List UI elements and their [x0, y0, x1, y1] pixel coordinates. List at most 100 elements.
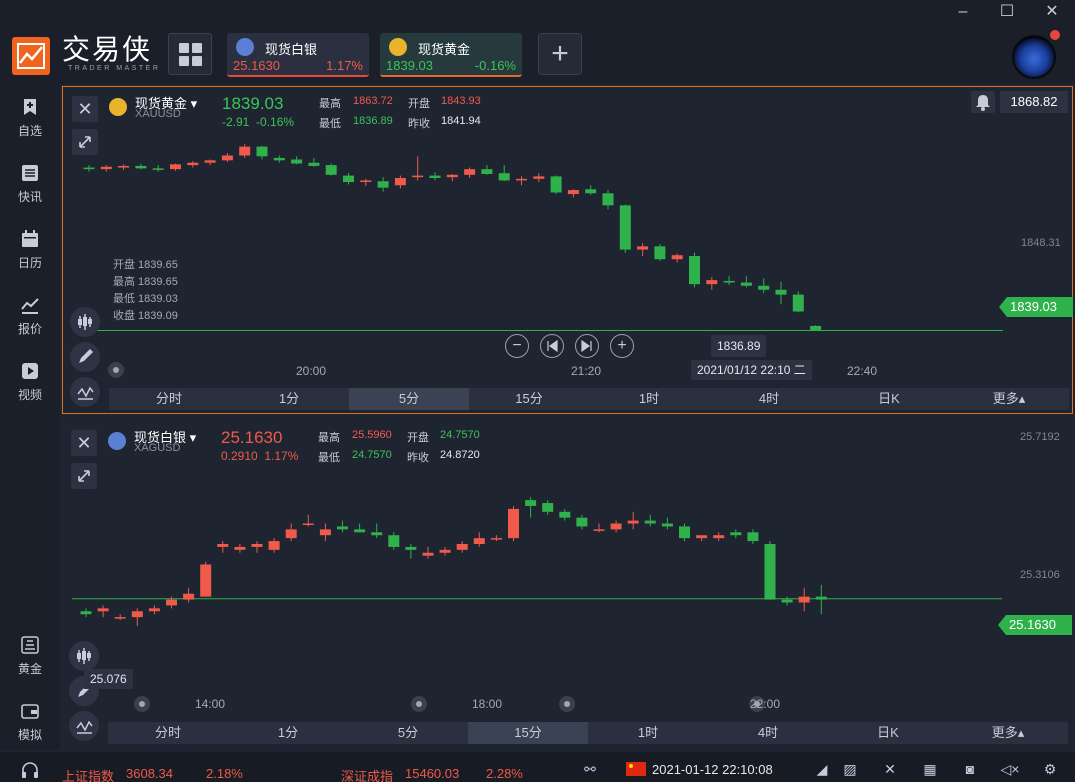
link-icon[interactable]: ⚯ [580, 761, 600, 779]
headset-icon[interactable] [20, 761, 40, 779]
prev-close-label: 昨收 [407, 452, 429, 464]
candle-body [602, 193, 614, 206]
silver-icon [108, 432, 126, 450]
next-button[interactable] [575, 334, 599, 358]
candle-body [360, 180, 372, 183]
tf-more[interactable]: 更多▴ [948, 722, 1068, 744]
silver-candlestick-chart[interactable] [62, 421, 1073, 721]
draw-tool-button[interactable] [70, 342, 100, 372]
top-bar: 交易侠 TRADER MASTER 现货白银 25.1630 1.17% 现货黄… [0, 0, 1075, 84]
gold-candlestick-chart[interactable] [63, 87, 1074, 387]
close-chart-button[interactable]: ✕ [71, 430, 97, 456]
candle-body [781, 599, 793, 603]
tab-name: 现货黄金 [418, 42, 471, 57]
sidebar-item-news[interactable]: 快讯 [0, 164, 60, 214]
candle-body [730, 532, 742, 536]
candle-body [585, 189, 597, 194]
sidebar-item-watchlist[interactable]: 自选 [0, 98, 60, 148]
minimize-icon[interactable]: – [953, 3, 973, 21]
indicator-button[interactable] [70, 307, 100, 337]
status-bar: 上证指数 3608.34 2.18% 深证成指 15460.03 2.28% ⚯… [0, 752, 1075, 782]
tf-tab[interactable]: 1时 [588, 722, 708, 744]
sidebar-label: 快讯 [17, 190, 42, 204]
indicator-line-button[interactable] [69, 711, 99, 741]
settings-icon[interactable]: ⚙ [1040, 761, 1060, 779]
tf-tab-active[interactable]: 5分 [349, 388, 469, 410]
tf-tab[interactable]: 分时 [109, 388, 229, 410]
tf-tab[interactable]: 1分 [229, 388, 349, 410]
avatar[interactable] [1012, 35, 1056, 79]
candle-body [405, 546, 417, 550]
tf-tab[interactable]: 1分 [228, 722, 348, 744]
symbol-tab-gold[interactable]: 现货黄金 1839.03 -0.16% [380, 33, 522, 77]
candle-body [200, 564, 212, 597]
expand-button[interactable] [71, 463, 97, 489]
sidebar-label: 模拟 [17, 728, 42, 742]
candle-body [713, 535, 725, 539]
left-sidebar: 自选 快讯 日历 报价 视频 黄金 模拟 [0, 84, 60, 750]
candle-body [550, 176, 562, 193]
alert-button[interactable] [971, 91, 995, 113]
sidebar-item-quotes[interactable]: 报价 [0, 296, 60, 346]
pin-marker[interactable] [411, 696, 427, 712]
screen-icon[interactable]: ▨ [840, 761, 860, 779]
news-icon [22, 165, 38, 181]
tf-tab[interactable]: 日K [828, 722, 948, 744]
tf-tab[interactable]: 4时 [708, 722, 828, 744]
candle-body [525, 500, 537, 506]
candle-body [654, 246, 666, 260]
expand-button[interactable] [72, 129, 98, 155]
pin-marker[interactable] [134, 696, 150, 712]
close-icon[interactable]: ✕ [1042, 3, 1062, 21]
grid-icon [192, 56, 202, 66]
zoom-in-button[interactable]: + [610, 334, 634, 358]
tf-tab-active[interactable]: 15分 [468, 722, 588, 744]
candle-body [610, 523, 622, 530]
sz-index-label: 深证成指 [341, 769, 394, 782]
indicator-button[interactable] [69, 641, 99, 671]
tf-tab[interactable]: 日K [829, 388, 949, 410]
tf-more[interactable]: 更多▴ [949, 388, 1069, 410]
prev-button[interactable] [540, 334, 564, 358]
candle-body [291, 159, 303, 164]
candle-body [183, 593, 195, 600]
close-chart-button[interactable]: ✕ [72, 96, 98, 122]
candle-body [308, 162, 320, 166]
tools-icon[interactable]: ✕ [880, 761, 900, 779]
signal-icon: ◢ [816, 761, 828, 777]
maximize-icon[interactable]: ☐ [997, 3, 1017, 21]
clock-datetime: 2021-01-12 22:10:08 [652, 762, 773, 777]
tf-tab[interactable]: 4时 [709, 388, 829, 410]
candle-body [533, 176, 545, 179]
tf-tab[interactable]: 15分 [469, 388, 589, 410]
tf-tab[interactable]: 分时 [108, 722, 228, 744]
open-label: 开盘 [408, 98, 430, 110]
indicator-line-button[interactable] [70, 377, 100, 407]
candle-body [619, 205, 631, 250]
prev-close-value: 24.8720 [440, 449, 480, 461]
pin-marker[interactable] [559, 696, 575, 712]
sidebar-item-video[interactable]: 视频 [0, 362, 60, 412]
candle-body [567, 190, 579, 195]
candle-body [256, 146, 268, 157]
layout-grid-button[interactable] [168, 33, 212, 75]
skip-forward-icon [581, 339, 592, 353]
add-symbol-button[interactable]: + [538, 33, 582, 75]
camera-icon[interactable]: ◙ [960, 761, 980, 779]
calendar-icon[interactable]: ▦ [920, 761, 940, 779]
mute-icon[interactable]: ◁× [1000, 761, 1020, 779]
tf-tab[interactable]: 1时 [589, 388, 709, 410]
candle-body [217, 543, 229, 547]
flag-cn-icon [626, 762, 646, 780]
last-price: 25.1630 [221, 428, 283, 447]
pin-marker[interactable] [108, 362, 124, 378]
sidebar-item-gold[interactable]: 黄金 [0, 636, 60, 686]
sidebar-item-simulate[interactable]: 模拟 [0, 702, 60, 752]
candle-body [627, 520, 639, 524]
zoom-out-button[interactable]: − [505, 334, 529, 358]
candle-body [679, 526, 690, 539]
sidebar-item-calendar[interactable]: 日历 [0, 230, 60, 280]
symbol-tab-silver[interactable]: 现货白银 25.1630 1.17% [227, 33, 369, 77]
candle-body [118, 165, 130, 168]
tf-tab[interactable]: 5分 [348, 722, 468, 744]
